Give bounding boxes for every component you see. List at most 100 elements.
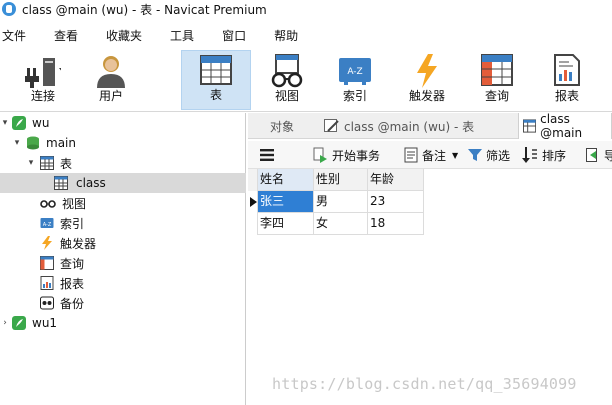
column-header-gender[interactable]: 性别 <box>314 169 368 191</box>
transaction-icon <box>313 147 327 163</box>
view-button[interactable]: 视图 <box>262 50 312 110</box>
begin-transaction-button[interactable]: 开始事务 <box>312 141 380 169</box>
chevron-down-icon[interactable]: ▾ <box>0 118 10 128</box>
data-grid: 姓名 性别 年龄 张三 男 23 李四 女 18 <box>248 169 424 235</box>
row-pointer[interactable] <box>248 213 258 235</box>
grid-cell[interactable]: 18 <box>368 213 424 235</box>
database-icon <box>27 136 39 150</box>
memo-label: 备注 <box>422 148 447 163</box>
begin-transaction-label: 开始事务 <box>332 148 381 163</box>
grid-cell[interactable]: 男 <box>314 191 368 213</box>
tree-item-triggers[interactable]: 触发器 <box>0 233 246 253</box>
chevron-down-icon[interactable]: ▾ <box>26 158 36 168</box>
tree-item-tables[interactable]: ▾ 表 <box>0 153 246 173</box>
query-label: 查询 <box>484 89 509 103</box>
tree-item-class[interactable]: class <box>0 173 246 193</box>
sqlite-connection-icon <box>12 316 26 330</box>
view-label: 视图 <box>274 89 299 103</box>
import-button[interactable]: 导 <box>586 141 612 169</box>
grid-header-row: 姓名 性别 年龄 <box>248 169 424 191</box>
table-icon <box>40 156 54 170</box>
filter-button[interactable]: 筛选 <box>468 141 510 169</box>
navicat-app-icon <box>2 2 16 16</box>
report-icon <box>40 276 54 290</box>
column-header-name[interactable]: 姓名 <box>258 169 314 191</box>
tree-item-views[interactable]: 视图 <box>0 193 246 213</box>
tree-label-main: main <box>46 136 76 150</box>
user-button[interactable]: 用户 <box>88 50 134 110</box>
trigger-button[interactable]: 触发器 <box>402 50 452 110</box>
tree-label-wu: wu <box>32 116 50 130</box>
table-button[interactable]: 表 <box>181 50 251 110</box>
menu-button[interactable] <box>260 141 276 169</box>
chevron-down-icon[interactable]: ▼ <box>452 151 458 160</box>
connection-tree: ▾ wu ▾ main ▾ 表 class 视图 A-Z 索引 触发器 查询 报… <box>0 113 246 405</box>
row-pointer[interactable] <box>248 191 258 213</box>
query-button[interactable]: 查询 <box>474 50 520 110</box>
data-toolbar: 开始事务 备注 ▼ 筛选 排序 导 <box>248 141 612 169</box>
tree-label-views: 视图 <box>62 196 87 211</box>
grid-cell[interactable]: 女 <box>314 213 368 235</box>
tab-class-table-label: class @main (wu) - 表 <box>344 119 475 134</box>
main-toolbar: 连接 用户 表 视图 A-Z 索引 触发器 查询 报表 <box>0 48 612 112</box>
tree-item-backup[interactable]: 备份 <box>0 293 246 313</box>
tree-item-indexes[interactable]: A-Z 索引 <box>0 213 246 233</box>
sqlite-connection-icon <box>12 116 26 130</box>
tree-label-queries: 查询 <box>60 256 85 271</box>
user-icon <box>97 56 125 88</box>
sort-icon <box>522 147 537 163</box>
table-icon <box>200 55 232 85</box>
tree-item-queries[interactable]: 查询 <box>0 253 246 273</box>
menu-favorites[interactable]: 收藏夹 <box>104 27 154 44</box>
table-edit-icon <box>324 119 339 132</box>
tab-class-data-label: class @main <box>540 112 583 140</box>
tab-class-data[interactable]: class @main <box>518 112 612 140</box>
menu-help[interactable]: 帮助 <box>272 27 310 44</box>
filter-label: 筛选 <box>486 148 511 163</box>
tree-label-class: class <box>76 176 106 190</box>
index-icon: A-Z <box>40 218 54 228</box>
menu-tools[interactable]: 工具 <box>168 27 206 44</box>
title-bar: class @main (wu) - 表 - Navicat Premium <box>0 0 612 18</box>
connect-button[interactable]: 连接 <box>14 50 72 110</box>
tree-item-wu1[interactable]: › wu1 <box>0 313 246 333</box>
column-header-age[interactable]: 年龄 <box>368 169 424 191</box>
content-pane: 对象 class @main (wu) - 表 class @main 开始事务… <box>248 112 612 405</box>
index-icon: A-Z <box>339 58 371 85</box>
grid-cell[interactable]: 23 <box>368 191 424 213</box>
tab-objects[interactable]: 对象 <box>270 113 320 139</box>
svg-text:A-Z: A-Z <box>347 67 362 77</box>
tree-label-backup: 备份 <box>60 296 85 311</box>
tree-label-wu1: wu1 <box>32 316 58 330</box>
glasses-icon <box>40 200 56 208</box>
tree-label-tables: 表 <box>60 156 73 171</box>
row-header-corner <box>248 169 258 191</box>
watermark-text: https://blog.csdn.net/qq_35694099 <box>272 375 577 393</box>
chevron-right-icon[interactable]: › <box>0 318 10 328</box>
menu-view[interactable]: 查看 <box>52 27 90 44</box>
index-label: 索引 <box>342 89 367 103</box>
chevron-down-icon[interactable]: ▾ <box>12 138 22 148</box>
menu-file[interactable]: 文件 <box>0 27 38 44</box>
connect-label: 连接 <box>30 89 55 103</box>
tree-item-reports[interactable]: 报表 <box>0 273 246 293</box>
plug-icon <box>25 58 61 88</box>
table-row[interactable]: 张三 男 23 <box>248 191 424 213</box>
table-icon <box>54 176 68 190</box>
table-row[interactable]: 李四 女 18 <box>248 213 424 235</box>
import-icon <box>586 148 597 162</box>
report-button[interactable]: 报表 <box>544 50 590 110</box>
grid-cell[interactable]: 张三 <box>258 191 314 213</box>
glasses-icon <box>271 54 303 88</box>
grid-cell[interactable]: 李四 <box>258 213 314 235</box>
lightning-icon <box>417 54 437 88</box>
menu-window[interactable]: 窗口 <box>220 27 258 44</box>
current-row-arrow-icon <box>250 197 257 207</box>
index-button[interactable]: A-Z 索引 <box>332 50 378 110</box>
tree-item-main[interactable]: ▾ main <box>0 133 246 153</box>
memo-button[interactable]: 备注 ▼ <box>404 141 458 169</box>
sort-button[interactable]: 排序 <box>522 141 566 169</box>
tree-item-wu[interactable]: ▾ wu <box>0 113 246 133</box>
tab-class-table[interactable]: class @main (wu) - 表 <box>320 113 510 139</box>
sort-label: 排序 <box>542 148 567 163</box>
